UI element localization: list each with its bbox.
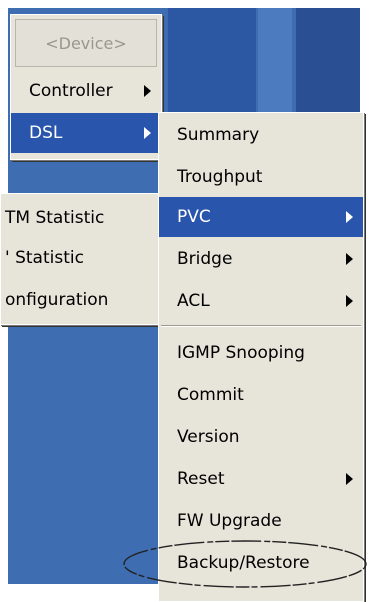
- menu-item-pvc[interactable]: PVC: [159, 197, 363, 237]
- statistics-menu: TM Statistic ' Statistic onfiguration: [0, 193, 162, 325]
- submenu-arrow-icon: [144, 127, 151, 139]
- device-label: <Device>: [45, 33, 127, 53]
- menu-item-label: Backup/Restore: [177, 553, 310, 573]
- submenu-arrow-icon: [346, 211, 353, 223]
- menu-item-label: Summary: [177, 125, 260, 145]
- menu-item-dsl[interactable]: DSL: [11, 113, 161, 153]
- menu-item-backup-restore[interactable]: Backup/Restore: [159, 543, 363, 583]
- menu-item-label: Reset: [177, 469, 225, 489]
- dsl-submenu: Summary Troughput PVC Bridge ACL IGMP Sn…: [158, 112, 364, 602]
- submenu-arrow-icon: [144, 85, 151, 97]
- menu-item-label: IGMP Snooping: [177, 343, 305, 363]
- menu-item-atm-statistic[interactable]: TM Statistic: [1, 198, 161, 238]
- menu-item-label: Bridge: [177, 249, 233, 269]
- submenu-arrow-icon: [346, 473, 353, 485]
- menu-item-label: PVC: [177, 207, 211, 227]
- menu-item-label: DSL: [29, 123, 63, 143]
- menu-item-version[interactable]: Version: [159, 417, 363, 457]
- device-menu: <Device> Controller DSL: [10, 14, 162, 160]
- menu-item-label: TM Statistic: [5, 208, 105, 228]
- menu-item-commit[interactable]: Commit: [159, 375, 363, 415]
- menu-item-label: ACL: [177, 291, 210, 311]
- submenu-arrow-icon: [346, 253, 353, 265]
- menu-item-troughput[interactable]: Troughput: [159, 157, 363, 197]
- window-strip: [258, 8, 292, 118]
- menu-item-label: Commit: [177, 385, 244, 405]
- menu-item-label: Troughput: [177, 167, 263, 187]
- menu-item-configuration[interactable]: onfiguration: [1, 280, 161, 320]
- submenu-arrow-icon: [346, 295, 353, 307]
- menu-item-reset[interactable]: Reset: [159, 459, 363, 499]
- menu-item-fw-upgrade[interactable]: FW Upgrade: [159, 501, 363, 541]
- menu-item-label: onfiguration: [5, 290, 109, 310]
- menu-item-label: Controller: [29, 81, 113, 101]
- menu-item-statistic[interactable]: ' Statistic: [1, 238, 161, 278]
- menu-item-acl[interactable]: ACL: [159, 281, 363, 321]
- menu-item-controller[interactable]: Controller: [11, 71, 161, 111]
- window-strip: [296, 8, 360, 118]
- device-title: <Device>: [15, 19, 157, 67]
- menu-item-bridge[interactable]: Bridge: [159, 239, 363, 279]
- window-strip: [168, 8, 256, 118]
- menu-separator: [161, 325, 361, 327]
- menu-item-label: FW Upgrade: [177, 511, 282, 531]
- menu-item-summary[interactable]: Summary: [159, 115, 363, 155]
- menu-item-label: ' Statistic: [5, 248, 84, 268]
- menu-item-igmp-snooping[interactable]: IGMP Snooping: [159, 333, 363, 373]
- menu-item-label: Version: [177, 427, 240, 447]
